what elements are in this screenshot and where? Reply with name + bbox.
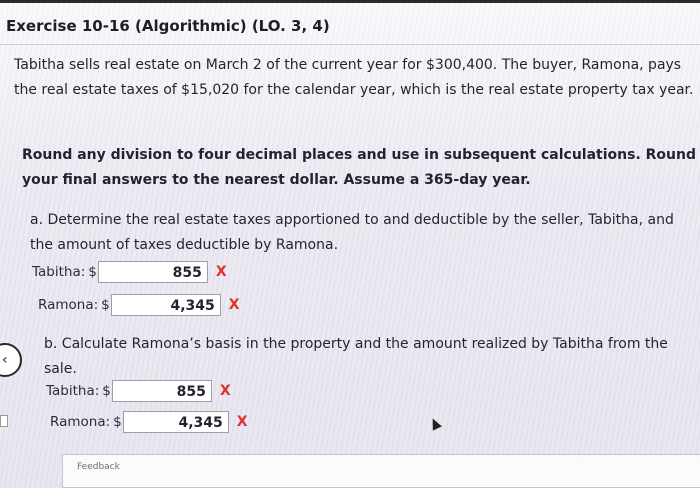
page-background: Exercise 10-16 (Algorithmic) (LO. 3, 4) … bbox=[0, 0, 700, 488]
exercise-title: Exercise 10-16 (Algorithmic) (LO. 3, 4) bbox=[6, 17, 330, 35]
chevron-left-icon[interactable]: ‹ bbox=[0, 343, 22, 377]
title-divider bbox=[0, 44, 700, 45]
currency-symbol: $ bbox=[102, 383, 111, 399]
problem-intro: Tabitha sells real estate on March 2 of … bbox=[14, 57, 694, 98]
feedback-label: Feedback bbox=[77, 462, 120, 472]
side-tab[interactable] bbox=[0, 415, 8, 427]
x-mark-icon: X bbox=[219, 383, 231, 399]
part-a-tabitha-input[interactable]: 855 bbox=[97, 261, 208, 283]
part-b-tabitha-label: Tabitha: bbox=[46, 383, 100, 399]
x-mark-icon: X bbox=[215, 264, 227, 280]
currency-symbol: $ bbox=[113, 414, 122, 430]
feedback-panel: Feedback bbox=[62, 454, 700, 488]
part-a-prompt: a. Determine the real estate taxes appor… bbox=[30, 212, 674, 253]
part-b-prompt: b. Calculate Ramona’s basis in the prope… bbox=[44, 336, 668, 377]
x-mark-icon: X bbox=[236, 414, 248, 430]
currency-symbol: $ bbox=[101, 297, 110, 313]
part-b-ramona-label: Ramona: bbox=[50, 414, 111, 430]
top-border bbox=[0, 0, 700, 3]
part-b-ramona-input[interactable]: 4,345 bbox=[122, 411, 229, 433]
mouse-cursor-icon bbox=[428, 416, 442, 431]
part-b-tabitha-input[interactable]: 855 bbox=[111, 380, 212, 402]
part-a-ramona-row: Ramona: $ 4,345 X bbox=[38, 294, 240, 316]
part-a-ramona-label: Ramona: bbox=[38, 297, 99, 313]
x-mark-icon: X bbox=[228, 297, 240, 313]
part-a-tabitha-row: Tabitha: $ 855 X bbox=[32, 261, 227, 283]
part-a-tabitha-label: Tabitha: bbox=[32, 264, 86, 280]
part-a-ramona-input[interactable]: 4,345 bbox=[110, 294, 221, 316]
currency-symbol: $ bbox=[88, 264, 97, 280]
rounding-instructions: Round any division to four decimal place… bbox=[22, 147, 697, 188]
part-b-ramona-row: Ramona: $ 4,345 X bbox=[50, 411, 248, 433]
part-b-tabitha-row: Tabitha: $ 855 X bbox=[46, 380, 231, 402]
